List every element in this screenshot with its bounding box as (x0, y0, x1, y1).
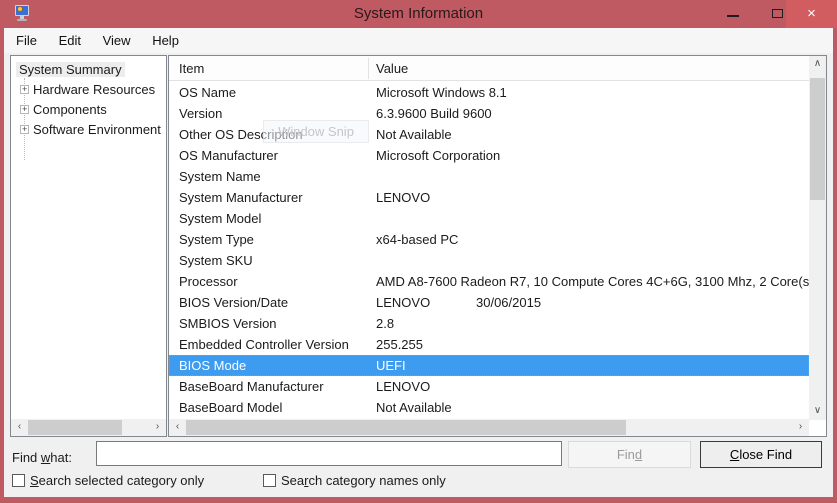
row-value-cell: LENOVO (376, 376, 430, 397)
grid-vertical-scrollbar[interactable]: ∧ ∨ (809, 56, 826, 420)
column-header-item[interactable]: Item (179, 56, 204, 81)
row-value-cell: 2.8 (376, 313, 394, 334)
scroll-down-icon[interactable]: ∨ (809, 403, 826, 420)
table-row[interactable]: System SKU (169, 250, 809, 271)
row-item-cell: SMBIOS Version (179, 313, 277, 334)
table-row[interactable]: SMBIOS Version 2.8 (169, 313, 809, 334)
row-value-cell: LENOVO (376, 187, 430, 208)
checkbox-icon[interactable] (263, 474, 276, 487)
window-snip-ghost-tooltip: Window Snip (263, 120, 369, 143)
table-row[interactable]: System Type x64-based PC (169, 229, 809, 250)
row-value-cell: 255.255 (376, 334, 423, 355)
table-row[interactable]: OS Name Microsoft Windows 8.1 (169, 82, 809, 103)
row-item-cell: BIOS Mode (179, 355, 246, 376)
scroll-right-icon[interactable]: › (792, 419, 809, 436)
table-row[interactable]: OS Manufacturer Microsoft Corporation (169, 145, 809, 166)
row-value-cell: Microsoft Corporation (376, 145, 500, 166)
menu-edit[interactable]: Edit (50, 28, 90, 53)
row-value-cell: Not Available (376, 397, 452, 418)
row-value-cell: 6.3.9600 Build 9600 (376, 103, 492, 124)
row-item-cell: System Manufacturer (179, 187, 303, 208)
row-item-cell: System Type (179, 229, 254, 250)
menu-bar: File Edit View Help (4, 28, 833, 53)
row-item-cell: Processor (179, 271, 238, 292)
table-row[interactable]: System Name (169, 166, 809, 187)
find-what-label: Find what: (12, 446, 72, 470)
search-category-names-checkbox[interactable]: Search category names only (263, 473, 446, 489)
maximize-icon (772, 9, 783, 18)
table-row[interactable]: BIOS Version/Date LENOVO 30/06/2015 (169, 292, 809, 313)
grid-horizontal-scrollbar[interactable]: ‹ › (169, 419, 809, 436)
row-item-cell: OS Name (179, 82, 236, 103)
tree-horizontal-scrollbar[interactable]: ‹ › (11, 419, 166, 436)
tree-item-software-environment[interactable]: + Software Environment (11, 121, 166, 138)
close-button[interactable]: × (786, 0, 837, 28)
row-value-cell: Not Available (376, 124, 452, 145)
scroll-up-icon[interactable]: ∧ (809, 56, 826, 73)
find-button[interactable]: Find (568, 441, 691, 468)
search-selected-category-checkbox[interactable]: Search selected category only (12, 473, 204, 489)
client-area: File Edit View Help System Summary + Har… (4, 28, 833, 497)
column-header-value[interactable]: Value (376, 56, 408, 81)
row-item-cell: Version (179, 103, 222, 124)
row-value-cell: x64-based PC (376, 229, 458, 250)
row-item-cell: System SKU (179, 250, 253, 271)
row-value-cell: LENOVO (376, 292, 430, 313)
table-row[interactable]: BaseBoard Model Not Available (169, 397, 809, 418)
expand-plus-icon[interactable]: + (20, 105, 29, 114)
row-item-cell: OS Manufacturer (179, 145, 278, 166)
menu-view[interactable]: View (94, 28, 140, 53)
close-icon: × (786, 0, 837, 27)
close-find-button[interactable]: Close Find (700, 441, 822, 468)
column-divider[interactable] (368, 58, 369, 79)
row-value-cell: AMD A8-7600 Radeon R7, 10 Compute Cores … (376, 271, 809, 292)
row-value2-cell: 30/06/2015 (476, 292, 541, 313)
title-bar: System Information × (0, 0, 837, 28)
row-value-cell: Microsoft Windows 8.1 (376, 82, 507, 103)
scroll-right-icon[interactable]: › (149, 419, 166, 436)
tree-item-components[interactable]: + Components (11, 101, 166, 118)
checkbox-icon[interactable] (12, 474, 25, 487)
grid-hscroll-thumb[interactable] (186, 420, 626, 435)
row-item-cell: System Name (179, 166, 261, 187)
category-tree-panel: System Summary + Hardware Resources + Co… (10, 55, 167, 437)
expand-plus-icon[interactable]: + (20, 125, 29, 134)
table-row[interactable]: BaseBoard Manufacturer LENOVO (169, 376, 809, 397)
minimize-button[interactable] (712, 0, 756, 28)
grid-vscroll-thumb[interactable] (810, 78, 825, 200)
table-row[interactable]: BIOS Mode UEFI (169, 355, 809, 376)
grid-header: Item Value (169, 56, 809, 81)
scroll-left-icon[interactable]: ‹ (169, 419, 186, 436)
find-input[interactable] (96, 441, 562, 466)
table-row[interactable]: System Manufacturer LENOVO (169, 187, 809, 208)
menu-file[interactable]: File (7, 28, 46, 53)
tree-hscroll-thumb[interactable] (28, 420, 122, 435)
scroll-left-icon[interactable]: ‹ (11, 419, 28, 436)
table-row[interactable]: System Model (169, 208, 809, 229)
tree-item-hardware-resources[interactable]: + Hardware Resources (11, 81, 166, 98)
minimize-icon (727, 15, 739, 17)
row-value-cell: UEFI (376, 355, 406, 376)
system-information-window: System Information × File Edit View Help… (0, 0, 837, 503)
row-item-cell: BaseBoard Manufacturer (179, 376, 324, 397)
row-item-cell: BaseBoard Model (179, 397, 282, 418)
table-row[interactable]: Processor AMD A8-7600 Radeon R7, 10 Compu… (169, 271, 809, 292)
menu-help[interactable]: Help (143, 28, 188, 53)
tree-item-system-summary[interactable]: System Summary (16, 61, 125, 78)
detail-grid-panel: Item Value OS NameMicrosoft Windows 8.1V… (168, 55, 827, 437)
table-row[interactable]: Embedded Controller Version 255.255 (169, 334, 809, 355)
row-item-cell: BIOS Version/Date (179, 292, 288, 313)
row-item-cell: Embedded Controller Version (179, 334, 349, 355)
expand-plus-icon[interactable]: + (20, 85, 29, 94)
row-item-cell: System Model (179, 208, 261, 229)
